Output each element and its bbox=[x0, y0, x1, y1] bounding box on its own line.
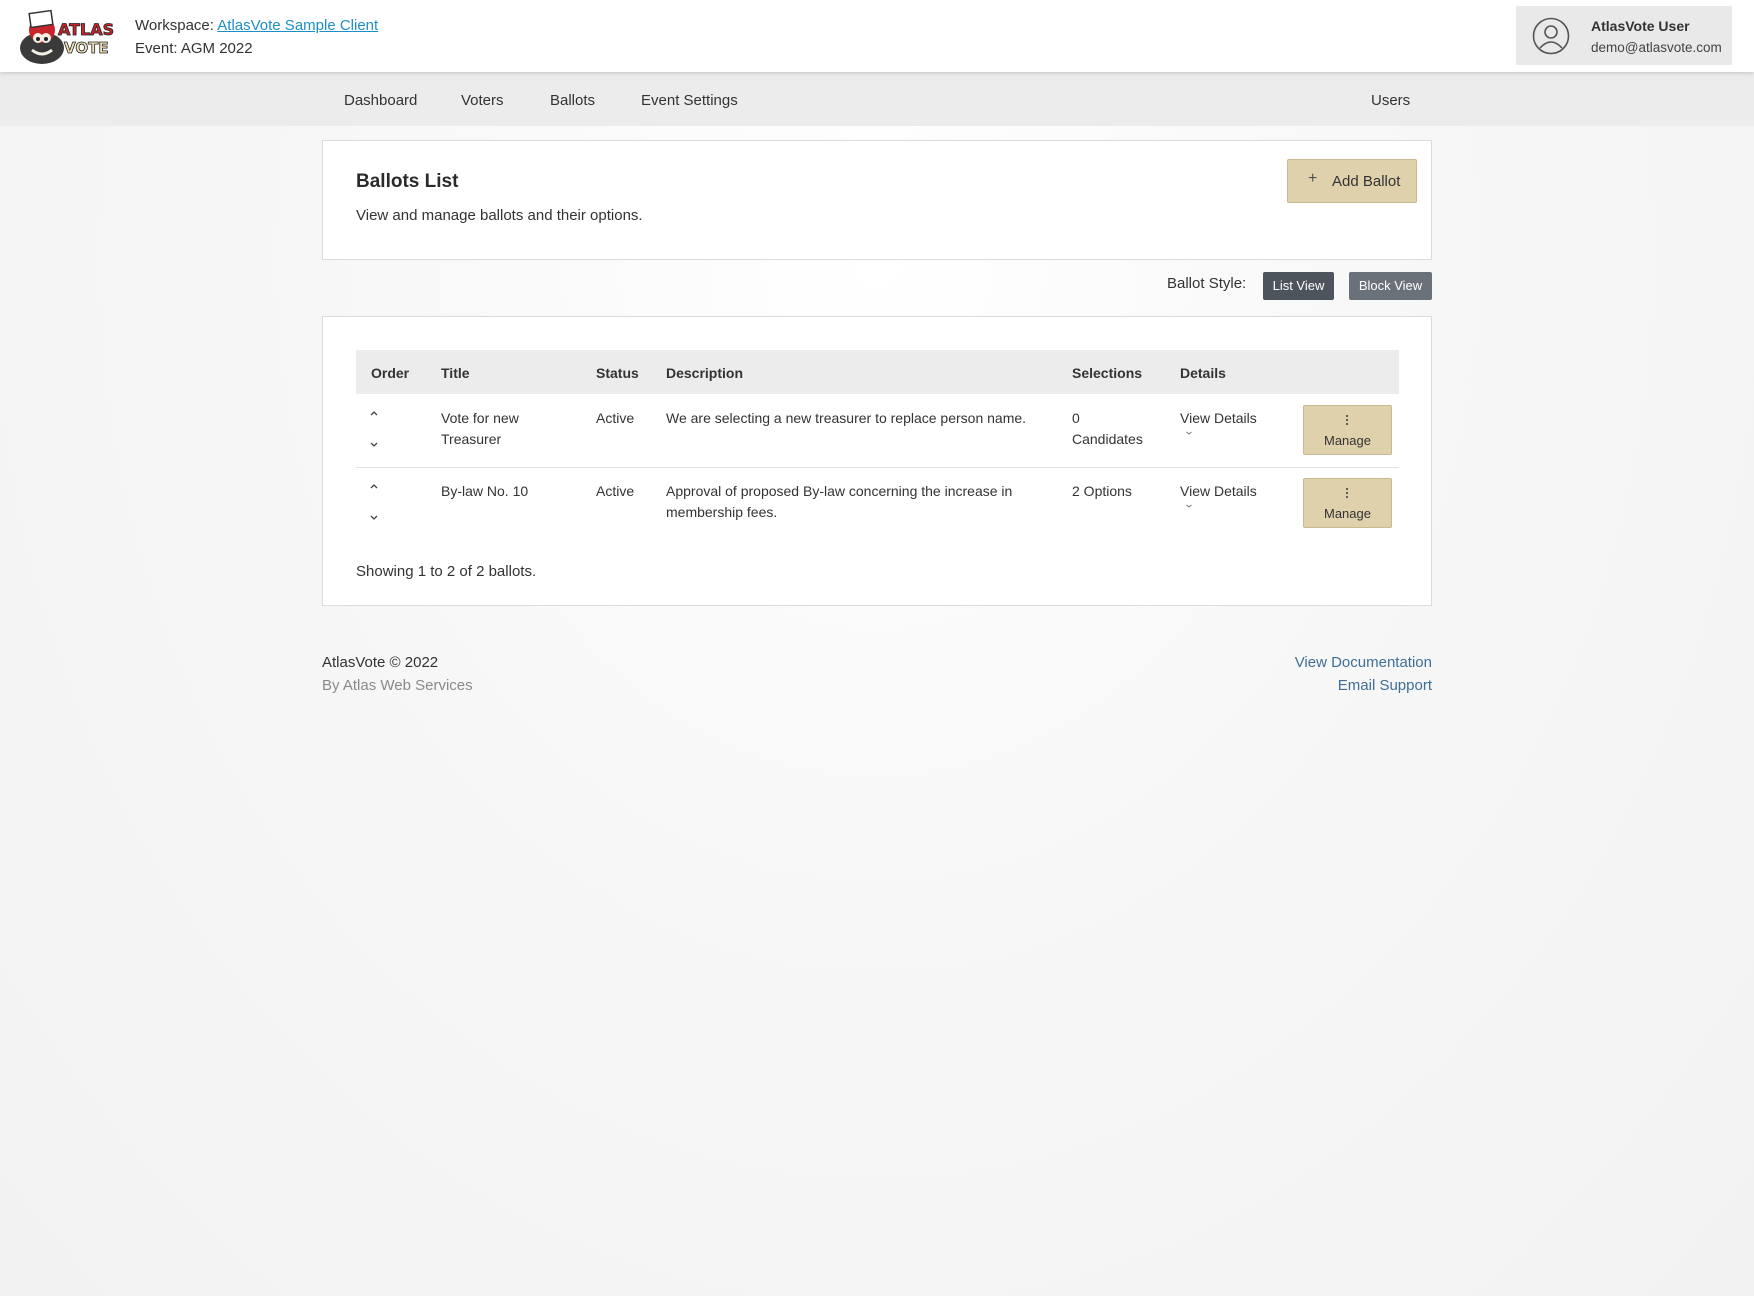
ballot-status: Active bbox=[596, 410, 635, 426]
manage-label: Manage bbox=[1324, 433, 1371, 448]
column-header-selections[interactable]: Selections bbox=[1072, 365, 1142, 381]
user-name: AtlasVote User bbox=[1591, 18, 1690, 34]
view-documentation-link[interactable]: View Documentation bbox=[1295, 654, 1432, 671]
ballot-title-line: Vote for new bbox=[441, 410, 519, 426]
ballot-selections-line: 2 Options bbox=[1072, 483, 1132, 499]
user-email: demo@atlasvote.com bbox=[1591, 40, 1722, 55]
top-header: ATLAS VOTE Workspace: AtlasVote Sample C… bbox=[0, 0, 1754, 72]
workspace-info: Workspace: AtlasVote Sample Client Event… bbox=[135, 14, 378, 60]
column-header-order[interactable]: Order bbox=[371, 365, 409, 381]
list-view-button[interactable]: List View bbox=[1263, 272, 1334, 300]
ballot-title-line: Treasurer bbox=[441, 431, 502, 447]
table-header: Order Title Status Description Selection… bbox=[356, 350, 1399, 394]
svg-text:ATLAS: ATLAS bbox=[58, 20, 114, 39]
plus-icon: + bbox=[1308, 170, 1318, 187]
ballot-description-line: membership fees. bbox=[666, 504, 778, 520]
chevron-down-icon bbox=[1186, 504, 1192, 508]
footer-byline: By Atlas Web Services bbox=[322, 677, 473, 694]
view-details-toggle[interactable]: View Details bbox=[1180, 408, 1257, 435]
more-vertical-icon bbox=[1345, 487, 1349, 499]
view-details-label: View Details bbox=[1180, 483, 1257, 499]
add-ballot-button[interactable]: + Add Ballot bbox=[1287, 159, 1417, 203]
table-row: Vote for new Treasurer Active We are sel… bbox=[356, 394, 1399, 468]
table-summary: Showing 1 to 2 of 2 ballots. bbox=[356, 563, 537, 580]
view-details-toggle[interactable]: View Details bbox=[1180, 481, 1257, 508]
user-menu[interactable]: AtlasVote User demo@atlasvote.com bbox=[1516, 6, 1732, 65]
nav-ballots[interactable]: Ballots bbox=[550, 92, 595, 109]
move-up-icon[interactable] bbox=[368, 481, 380, 491]
workspace-line: Workspace: AtlasVote Sample Client bbox=[135, 14, 378, 37]
nav-users[interactable]: Users bbox=[1371, 92, 1410, 109]
manage-button[interactable]: Manage bbox=[1303, 405, 1392, 455]
column-header-status[interactable]: Status bbox=[596, 365, 639, 381]
nav-dashboard[interactable]: Dashboard bbox=[344, 92, 417, 109]
ballot-description-line: We are selecting a new treasurer to repl… bbox=[666, 410, 1027, 426]
ballot-title: Vote for new Treasurer bbox=[441, 408, 519, 450]
table-row: By-law No. 10 Active Approval of propose… bbox=[356, 467, 1399, 540]
atlasvote-logo[interactable]: ATLAS VOTE bbox=[12, 8, 116, 66]
page-subtitle: View and manage ballots and their option… bbox=[356, 207, 643, 224]
user-avatar-icon bbox=[1532, 17, 1570, 55]
chevron-down-icon bbox=[1186, 431, 1192, 435]
ballot-selections-line: 0 bbox=[1072, 410, 1080, 426]
column-header-description[interactable]: Description bbox=[666, 365, 743, 381]
column-header-title[interactable]: Title bbox=[441, 365, 470, 381]
ballot-selections: 2 Options bbox=[1072, 481, 1132, 502]
ballot-style-label: Ballot Style: bbox=[1167, 275, 1247, 292]
main-nav: Dashboard Voters Ballots Event Settings … bbox=[0, 72, 1754, 126]
nav-voters[interactable]: Voters bbox=[461, 92, 504, 109]
add-ballot-label: Add Ballot bbox=[1332, 173, 1401, 190]
ballot-title: By-law No. 10 bbox=[441, 481, 528, 502]
ballots-table-card: Order Title Status Description Selection… bbox=[322, 316, 1432, 606]
column-header-details[interactable]: Details bbox=[1180, 365, 1226, 381]
move-up-icon[interactable] bbox=[368, 408, 380, 418]
workspace-link[interactable]: AtlasVote Sample Client bbox=[217, 17, 378, 34]
ballot-description-line: Approval of proposed By-law concerning t… bbox=[666, 483, 1013, 499]
move-down-icon[interactable] bbox=[368, 440, 380, 450]
event-label: Event: AGM 2022 bbox=[135, 40, 253, 57]
footer-copyright: AtlasVote © 2022 bbox=[322, 654, 439, 671]
view-details-label: View Details bbox=[1180, 410, 1257, 426]
ballot-selections: 0 Candidates bbox=[1072, 408, 1143, 450]
nav-event-settings[interactable]: Event Settings bbox=[641, 92, 738, 109]
ballot-selections-line: Candidates bbox=[1072, 431, 1143, 447]
manage-label: Manage bbox=[1324, 506, 1371, 521]
page-title: Ballots List bbox=[356, 171, 459, 192]
svg-text:VOTE: VOTE bbox=[64, 39, 109, 57]
ballot-description: We are selecting a new treasurer to repl… bbox=[666, 408, 1026, 429]
block-view-button[interactable]: Block View bbox=[1349, 272, 1432, 300]
ballot-title-line: By-law No. 10 bbox=[441, 483, 529, 499]
ballot-status: Active bbox=[596, 483, 635, 499]
workspace-label: Workspace: bbox=[135, 17, 214, 34]
ballots-header-card: Ballots List View and manage ballots and… bbox=[322, 140, 1432, 260]
more-vertical-icon bbox=[1345, 414, 1349, 426]
ballot-description: Approval of proposed By-law concerning t… bbox=[666, 481, 1012, 523]
move-down-icon[interactable] bbox=[368, 513, 380, 523]
email-support-link[interactable]: Email Support bbox=[1338, 677, 1432, 694]
manage-button[interactable]: Manage bbox=[1303, 478, 1392, 528]
